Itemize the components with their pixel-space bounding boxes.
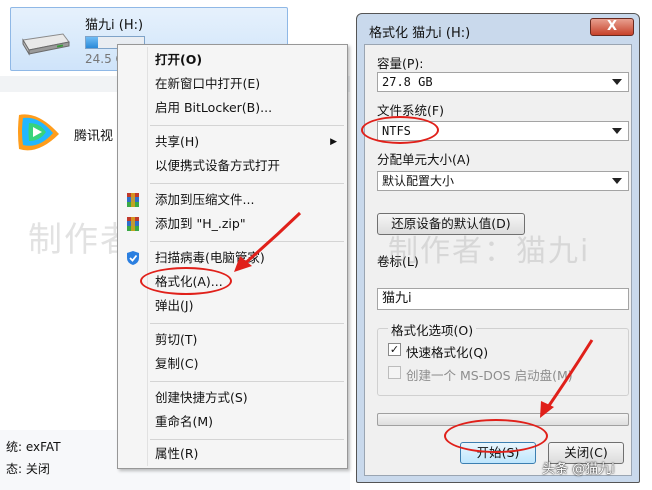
menu-separator — [150, 183, 344, 184]
menu-item-rename[interactable]: 重命名(M) — [120, 411, 345, 433]
winrar-icon — [127, 193, 139, 207]
highlight-format-menu — [140, 267, 232, 295]
tencent-video-icon[interactable] — [13, 109, 63, 155]
menu-item-portable-device[interactable]: 以便携式设备方式打开 — [120, 155, 345, 177]
highlight-start-button — [444, 419, 548, 453]
menu-item-copy[interactable]: 复制(C) — [120, 353, 345, 375]
menu-separator — [150, 381, 344, 382]
menu-item-add-zip-label: 添加到 "H_.zip" — [155, 216, 246, 231]
chevron-down-icon — [612, 178, 622, 184]
source-watermark: 头条 @猫九i — [542, 462, 615, 477]
tencent-video-label[interactable]: 腾讯视 — [74, 125, 113, 144]
menu-item-add-archive-label: 添加到压缩文件... — [155, 192, 255, 207]
usb-drive-icon — [22, 33, 70, 56]
status-state: 态: 关闭 — [6, 462, 50, 476]
msdos-boot-label[interactable]: 创建一个 MS-DOS 启动盘(M) — [406, 365, 573, 384]
capacity-label: 容量(P): — [377, 56, 424, 71]
msdos-boot-checkbox[interactable] — [388, 366, 401, 379]
menu-item-share-label: 共享(H) — [155, 134, 200, 149]
menu-item-virus-scan-label: 扫描病毒(电脑管家) — [155, 250, 265, 265]
highlight-ntfs — [361, 116, 439, 144]
menu-item-add-zip[interactable]: 添加到 "H_.zip" — [120, 213, 345, 235]
drive-name: 猫九i (H:) — [85, 18, 144, 33]
capacity-value: 27.8 GB — [382, 75, 433, 89]
menu-item-cut[interactable]: 剪切(T) — [120, 329, 345, 351]
menu-item-open-new-window[interactable]: 在新窗口中打开(E) — [120, 73, 345, 95]
tencent-shield-icon — [127, 251, 139, 265]
context-menu: 打开(O) 在新窗口中打开(E) 启用 BitLocker(B)... 共享(H… — [117, 44, 348, 469]
winrar-icon — [127, 217, 139, 231]
dialog-title: 格式化 猫九i (H:) — [369, 26, 471, 41]
chevron-down-icon — [612, 128, 622, 134]
watermark-right: 制作者：猫九i — [388, 234, 591, 269]
menu-item-share[interactable]: 共享(H) ▶ — [120, 131, 345, 153]
menu-item-open[interactable]: 打开(O) — [120, 49, 345, 71]
format-options-group: 格式化选项(O) ✓ 快速格式化(Q) 创建一个 MS-DOS 启动盘(M) — [377, 320, 629, 396]
menu-item-bitlocker[interactable]: 启用 BitLocker(B)... — [120, 97, 345, 119]
submenu-arrow-icon: ▶ — [330, 137, 337, 147]
quick-format-checkbox[interactable]: ✓ — [388, 343, 401, 356]
menu-separator — [150, 241, 344, 242]
menu-item-virus-scan[interactable]: 扫描病毒(电脑管家) — [120, 247, 345, 269]
menu-separator — [150, 439, 344, 440]
volume-label-input[interactable]: 猫九i — [377, 288, 629, 310]
drive-usage-fill — [86, 37, 98, 48]
dialog-close-button[interactable]: X — [590, 18, 634, 36]
status-filesystem: 统: exFAT — [6, 440, 61, 454]
allocation-label: 分配单元大小(A) — [377, 152, 471, 167]
menu-item-add-archive[interactable]: 添加到压缩文件... — [120, 189, 345, 211]
chevron-down-icon — [612, 79, 622, 85]
allocation-select[interactable]: 默认配置大小 — [377, 171, 629, 191]
menu-separator — [150, 125, 344, 126]
menu-separator — [150, 323, 344, 324]
format-options-legend: 格式化选项(O) — [388, 320, 477, 339]
menu-item-eject[interactable]: 弹出(J) — [120, 295, 345, 317]
menu-item-properties[interactable]: 属性(R) — [120, 443, 345, 465]
allocation-value: 默认配置大小 — [382, 174, 455, 188]
capacity-select[interactable]: 27.8 GB — [377, 72, 629, 92]
quick-format-label[interactable]: 快速格式化(Q) — [406, 342, 488, 361]
menu-item-create-shortcut[interactable]: 创建快捷方式(S) — [120, 387, 345, 409]
